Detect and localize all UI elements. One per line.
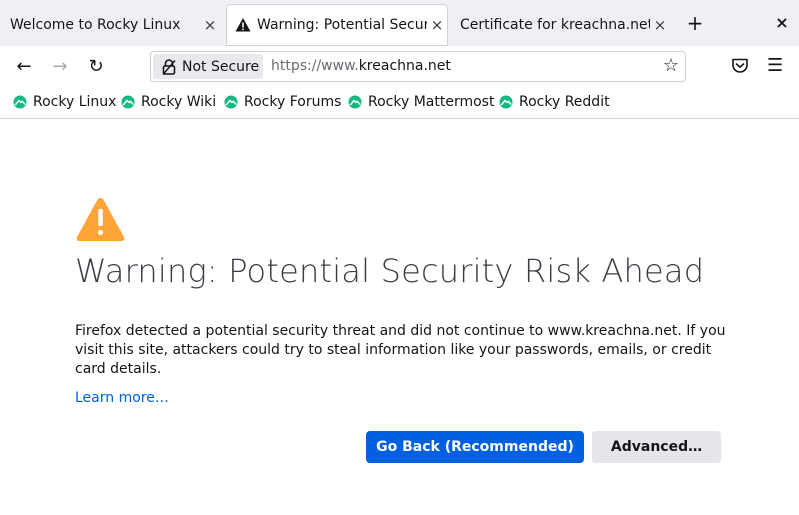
tab-label: Welcome to Rocky Linux — [10, 17, 181, 33]
back-button[interactable]: ← — [12, 56, 36, 78]
bookmark-label: Rocky Mattermost — [368, 94, 495, 110]
bookmark-rocky-linux[interactable]: Rocky Linux — [13, 94, 116, 110]
tab-certificate[interactable]: Certificate for kreachna.net × — [460, 5, 670, 45]
rocky-linux-icon — [13, 95, 27, 109]
bookmark-rocky-forums[interactable]: Rocky Forums — [224, 94, 341, 110]
url-host: kreachna.net — [358, 58, 451, 74]
learn-more-link[interactable]: Learn more… — [75, 390, 169, 406]
forward-button[interactable]: → — [48, 56, 72, 78]
reload-button[interactable]: ↻ — [84, 56, 108, 78]
tab-security-warning[interactable]: Warning: Potential Security Risk Ahead × — [227, 5, 447, 45]
tab-close-icon[interactable]: × — [200, 16, 220, 34]
bookmark-label: Rocky Reddit — [519, 94, 610, 110]
url-text[interactable]: https://www.kreachna.net — [271, 58, 451, 74]
app-menu-button[interactable]: ☰ — [767, 55, 783, 76]
bookmark-label: Rocky Forums — [244, 94, 342, 110]
page-title: Warning: Potential Security Risk Ahead — [75, 252, 705, 290]
bookmarks-toolbar: Rocky Linux Rocky Wiki Rocky Forums Rock… — [0, 88, 799, 119]
security-label: Not Secure — [182, 58, 260, 75]
window-close-button[interactable]: × — [772, 12, 792, 34]
new-tab-button[interactable]: + — [684, 12, 706, 34]
rocky-linux-icon — [224, 95, 238, 109]
warning-triangle-icon — [76, 198, 125, 241]
lock-insecure-icon — [162, 58, 176, 75]
tab-label: Certificate for kreachna.net — [460, 17, 650, 33]
go-back-button[interactable]: Go Back (Recommended) — [366, 431, 584, 463]
pocket-icon[interactable] — [731, 57, 749, 75]
bookmark-rocky-reddit[interactable]: Rocky Reddit — [499, 94, 610, 110]
bookmark-rocky-mattermost[interactable]: Rocky Mattermost — [348, 94, 494, 110]
tab-close-icon[interactable]: × — [427, 16, 447, 34]
navigation-toolbar: ← → ↻ Not Secure https://www.kreachna.ne… — [0, 46, 799, 88]
advanced-button[interactable]: Advanced… — [592, 431, 721, 463]
url-bar[interactable]: Not Secure https://www.kreachna.net ☆ — [150, 51, 686, 82]
rocky-linux-icon — [348, 95, 362, 109]
error-description: Firefox detected a potential security th… — [75, 323, 726, 377]
bookmark-label: Rocky Linux — [33, 94, 117, 110]
bookmark-star-icon[interactable]: ☆ — [663, 55, 679, 76]
site-security-indicator[interactable]: Not Secure — [153, 54, 263, 79]
rocky-linux-icon — [121, 95, 135, 109]
warning-icon — [235, 18, 251, 32]
url-scheme: https://www. — [271, 58, 359, 74]
tab-label: Warning: Potential Security Risk Ahead — [257, 17, 427, 33]
bookmark-label: Rocky Wiki — [141, 94, 217, 110]
tab-close-icon[interactable]: × — [650, 16, 670, 34]
tab-welcome-rocky-linux[interactable]: Welcome to Rocky Linux × — [10, 5, 220, 45]
rocky-linux-icon — [499, 95, 513, 109]
tab-strip: Welcome to Rocky Linux × Warning: Potent… — [0, 0, 799, 46]
bookmark-rocky-wiki[interactable]: Rocky Wiki — [121, 94, 216, 110]
